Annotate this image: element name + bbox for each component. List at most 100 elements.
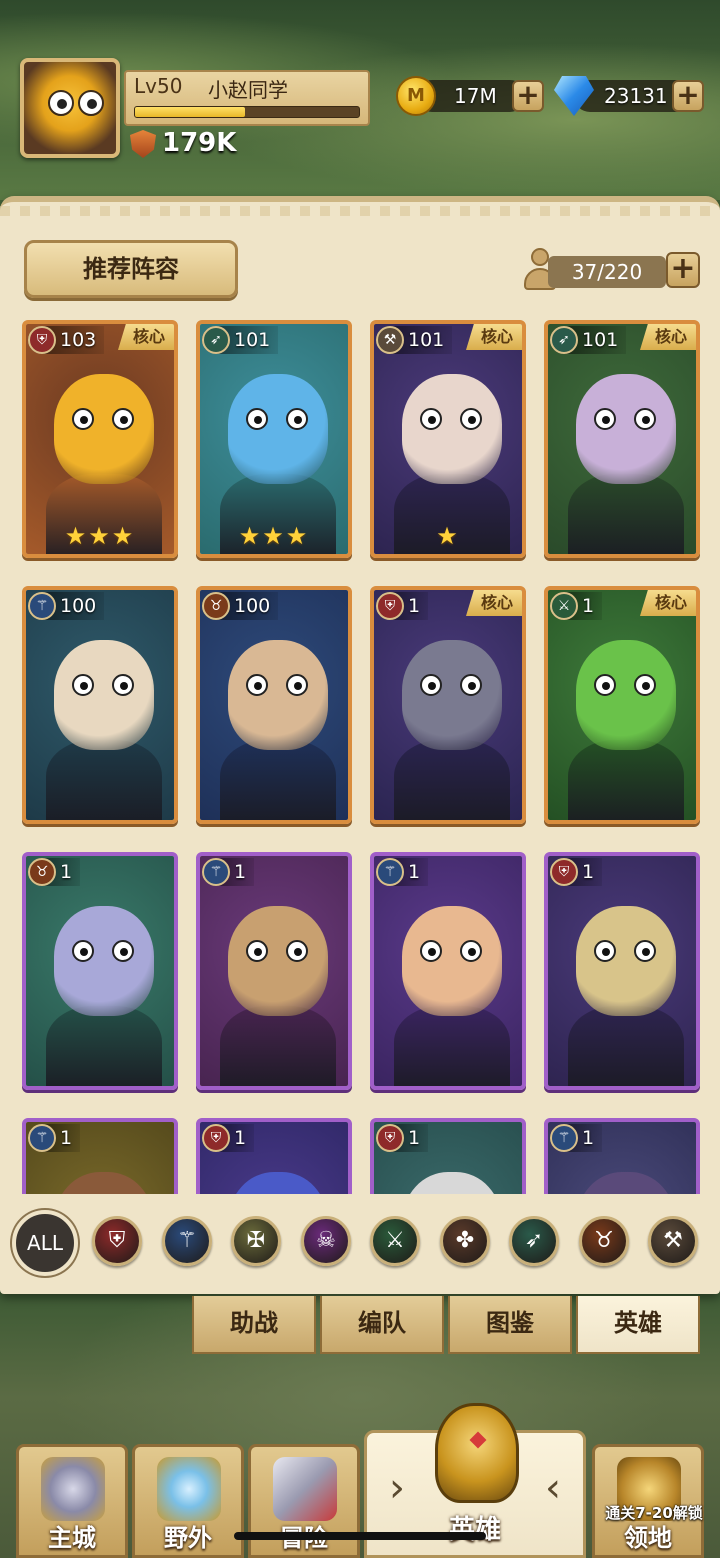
sword-icon: ⚔: [550, 592, 578, 620]
tab-codex[interactable]: 图鉴: [448, 1296, 572, 1354]
hero-eye: [420, 674, 442, 696]
nav-wild[interactable]: 野外: [132, 1444, 244, 1558]
tab-support[interactable]: 助战: [192, 1296, 316, 1354]
hero-card[interactable]: 101 ➶ ★★★: [196, 320, 352, 558]
hero-eye: [634, 408, 656, 430]
core-badge: 核心: [466, 590, 522, 616]
paw-filter-icon[interactable]: ✤: [440, 1216, 490, 1266]
hero-card[interactable]: 1 ⛨: [544, 852, 700, 1090]
hero-body: [568, 1006, 684, 1086]
gem-amount: 23131: [604, 84, 668, 108]
hero-card[interactable]: 100 ⚚: [22, 586, 178, 824]
hero-eye: [112, 408, 134, 430]
shield-icon: ⛨: [376, 1124, 404, 1152]
hero-stars: ★★★: [64, 522, 136, 550]
hero-body: [394, 1006, 510, 1086]
avatar-eye-right: [78, 90, 104, 116]
hero-body: [220, 740, 336, 820]
hero-eye: [594, 940, 616, 962]
hero-eye: [72, 408, 94, 430]
tab-formation[interactable]: 编队: [320, 1296, 444, 1354]
hero-card[interactable]: 100 ♉: [196, 586, 352, 824]
hero-card[interactable]: 101 ⚒ 核心 ★: [370, 320, 526, 558]
hero-face: [576, 374, 676, 484]
staff-icon: ⚚: [28, 592, 56, 620]
shield-icon: ⛨: [376, 592, 404, 620]
hero-body: [46, 1006, 162, 1086]
tab-heroes[interactable]: 英雄: [576, 1296, 700, 1354]
staff-icon: ⚚: [28, 1124, 56, 1152]
hero-stars: ★: [436, 522, 460, 550]
core-badge: 核心: [640, 324, 696, 350]
castle-icon: [41, 1457, 105, 1521]
add-gems-button[interactable]: +: [672, 80, 704, 112]
hero-face: [402, 374, 502, 484]
hero-card[interactable]: 1 ⚚: [370, 852, 526, 1090]
beast-icon: ♉: [28, 858, 56, 886]
hero-eye: [594, 408, 616, 430]
territory-unlock-note: 通关7-20解锁: [605, 1504, 703, 1522]
avatar[interactable]: [20, 58, 120, 158]
xp-bar-fill: [135, 107, 245, 117]
xp-bar: [134, 106, 360, 118]
hero-card[interactable]: 1 ⚚: [544, 1118, 700, 1194]
hero-card[interactable]: 1 ♉: [22, 852, 178, 1090]
hero-eye: [286, 940, 308, 962]
hammer-filter-icon[interactable]: ⚒: [648, 1216, 698, 1266]
gem-resource: 23131 +: [554, 76, 706, 116]
hero-eye: [460, 408, 482, 430]
hero-eye: [246, 674, 268, 696]
hero-eye: [460, 940, 482, 962]
hero-face: [228, 906, 328, 1016]
power-icon: [130, 130, 156, 158]
shield-icon: ⛨: [28, 326, 56, 354]
beast-filter-icon[interactable]: ♉: [579, 1216, 629, 1266]
expand-capacity-button[interactable]: +: [666, 252, 700, 288]
hero-card[interactable]: 1 ⛨ 核心: [370, 586, 526, 824]
hero-body: [568, 474, 684, 554]
staff-icon: ⚚: [202, 858, 230, 886]
nav-main-city[interactable]: 主城: [16, 1444, 128, 1558]
hero-card[interactable]: 101 ➶ 核心: [544, 320, 700, 558]
recommended-lineup-button[interactable]: 推荐阵容: [24, 240, 238, 298]
crystal-icon: [157, 1457, 221, 1521]
chevron-left-icon: ‹: [545, 1465, 561, 1511]
hero-face: [54, 906, 154, 1016]
hero-card[interactable]: 1 ⚚: [22, 1118, 178, 1194]
hero-card[interactable]: 1 ⚚: [196, 852, 352, 1090]
home-indicator[interactable]: [234, 1532, 486, 1540]
hero-eye: [420, 408, 442, 430]
staff-filter-icon[interactable]: ⚚: [162, 1216, 212, 1266]
skull-filter-icon[interactable]: ☠: [301, 1216, 351, 1266]
hero-card[interactable]: 103 ⛨ 核心 ★★★: [22, 320, 178, 558]
hero-eye: [286, 674, 308, 696]
shield-icon: ⛨: [550, 858, 578, 886]
hero-grid: 103 ⛨ 核心 ★★★ 101 ➶ ★★★ 101 ⚒ 核心 ★ 101 ➶ 核心 100 ⚚ 100 ♉ 1 ⛨ 核…: [22, 320, 702, 1194]
nav-territory[interactable]: 领地: [592, 1444, 704, 1558]
hero-face: [402, 640, 502, 750]
hero-body: [46, 740, 162, 820]
hero-eye: [72, 940, 94, 962]
add-coins-button[interactable]: +: [512, 80, 544, 112]
hero-card[interactable]: 1 ⛨: [370, 1118, 526, 1194]
helmet-icon: [435, 1403, 519, 1503]
player-profile[interactable]: Lv50 小赵同学 179K: [18, 56, 370, 160]
bow-filter-icon[interactable]: ➶: [509, 1216, 559, 1266]
filter-all-button[interactable]: ALL: [12, 1210, 78, 1276]
hero-eye: [634, 940, 656, 962]
class-filter-bar: ALL ⛨ ⚚ ✠ ☠ ⚔ ✤ ➶ ♉ ⚒: [0, 1202, 720, 1286]
hero-stars: ★★★: [238, 522, 310, 550]
hero-eye: [112, 674, 134, 696]
hero-card[interactable]: 1 ⛨: [196, 1118, 352, 1194]
hero-eye: [246, 940, 268, 962]
bow-icon: ➶: [550, 326, 578, 354]
hero-eye: [594, 674, 616, 696]
nav-adventure[interactable]: 冒险: [248, 1444, 360, 1558]
blades-filter-icon[interactable]: ⚔: [370, 1216, 420, 1266]
player-name-box: Lv50 小赵同学: [124, 70, 370, 126]
core-badge: 核心: [466, 324, 522, 350]
hero-card[interactable]: 1 ⚔ 核心: [544, 586, 700, 824]
holy-filter-icon[interactable]: ✠: [231, 1216, 281, 1266]
hero-eye: [286, 408, 308, 430]
shield-filter-icon[interactable]: ⛨: [92, 1216, 142, 1266]
